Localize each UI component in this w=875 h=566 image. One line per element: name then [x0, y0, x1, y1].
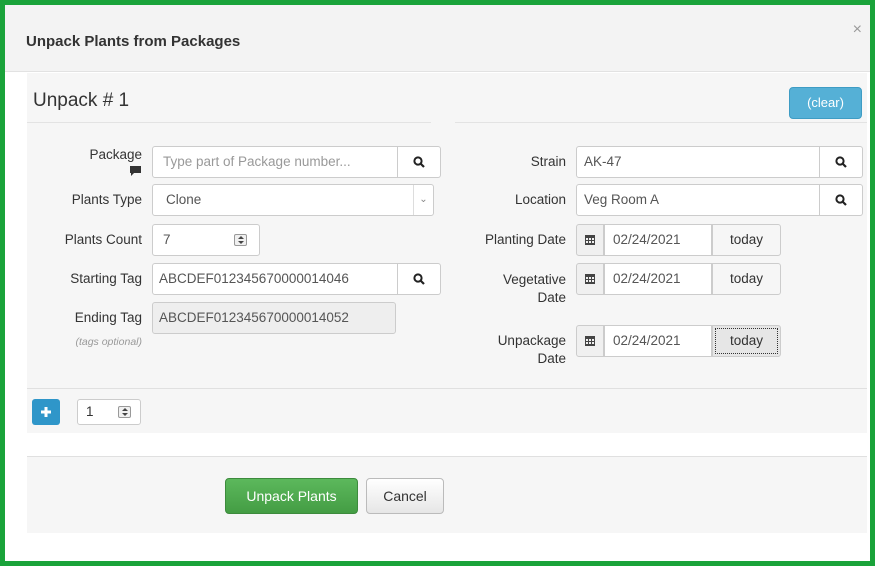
calendar-icon[interactable] — [576, 224, 604, 256]
comment-icon[interactable] — [130, 166, 141, 176]
plus-icon — [41, 407, 51, 417]
section-title: Unpack # 1 — [33, 90, 130, 111]
dialog-title: Unpack Plants from Packages — [26, 33, 241, 50]
vegetative-today-button[interactable]: today — [712, 263, 781, 295]
plants-type-label: Plants Type — [71, 192, 142, 207]
clear-button[interactable]: (clear) — [789, 87, 862, 119]
unpack-plants-button[interactable]: Unpack Plants — [225, 478, 358, 514]
search-icon — [835, 194, 847, 206]
divider — [27, 388, 867, 389]
package-search-button[interactable] — [398, 146, 441, 178]
strain-search-button[interactable] — [820, 146, 863, 178]
location-input[interactable]: Veg Room A — [576, 184, 820, 216]
plants-count-input[interactable]: 7 — [152, 224, 260, 256]
unpackage-date-label: Unpackage Date — [447, 332, 566, 368]
calendar-icon[interactable] — [576, 263, 604, 295]
add-count-value: 1 — [86, 404, 94, 419]
search-icon — [835, 156, 847, 168]
unpackage-date-label-line1: Unpackage — [497, 333, 566, 348]
calendar-icon[interactable] — [576, 325, 604, 357]
vegetative-date-label: Vegetative Date — [447, 271, 566, 307]
unpackage-date-input[interactable]: 02/24/2021 — [604, 325, 712, 357]
plants-count-label: Plants Count — [64, 232, 142, 247]
chevron-down-icon: ⌄ — [413, 185, 433, 215]
strain-label: Strain — [530, 154, 566, 169]
dialog-header: Unpack Plants from Packages × — [5, 5, 870, 72]
planting-today-button[interactable]: today — [712, 224, 781, 256]
unpackage-today-button[interactable]: today — [712, 325, 781, 357]
divider — [27, 122, 431, 123]
spacer — [27, 433, 867, 456]
location-search-button[interactable] — [820, 184, 863, 216]
unpack-panel: Unpack # 1 (clear) Package Type part of … — [27, 73, 867, 533]
search-icon — [413, 273, 425, 285]
ending-tag-input: ABCDEF012345670000014052 — [152, 302, 396, 334]
add-row-button[interactable] — [32, 399, 60, 425]
search-icon — [413, 156, 425, 168]
stepper-icon[interactable] — [234, 234, 247, 246]
starting-tag-input[interactable]: ABCDEF012345670000014046 — [152, 263, 398, 295]
package-label: Package — [89, 147, 142, 162]
strain-input[interactable]: AK-47 — [576, 146, 820, 178]
ending-tag-label: Ending Tag — [74, 310, 142, 325]
tags-optional-note: (tags optional) — [75, 336, 142, 348]
cancel-button[interactable]: Cancel — [366, 478, 444, 514]
starting-tag-label: Starting Tag — [70, 271, 142, 286]
planting-date-label: Planting Date — [484, 232, 566, 247]
planting-date-input[interactable]: 02/24/2021 — [604, 224, 712, 256]
unpackage-date-label-line2: Date — [537, 351, 566, 366]
divider — [455, 122, 867, 123]
vegetative-date-input[interactable]: 02/24/2021 — [604, 263, 712, 295]
add-count-input[interactable]: 1 — [77, 399, 141, 425]
plants-type-select[interactable]: Clone ⌄ — [152, 184, 434, 216]
vegetative-date-label-line2: Date — [537, 290, 566, 305]
package-input[interactable]: Type part of Package number... — [152, 146, 398, 178]
stepper-icon[interactable] — [118, 406, 131, 418]
divider — [27, 456, 867, 457]
vegetative-date-label-line1: Vegetative — [502, 272, 566, 287]
location-label: Location — [514, 192, 566, 207]
plants-type-value: Clone — [166, 192, 202, 207]
plants-count-value: 7 — [163, 232, 171, 247]
starting-tag-search-button[interactable] — [398, 263, 441, 295]
close-icon[interactable]: × — [853, 21, 862, 39]
